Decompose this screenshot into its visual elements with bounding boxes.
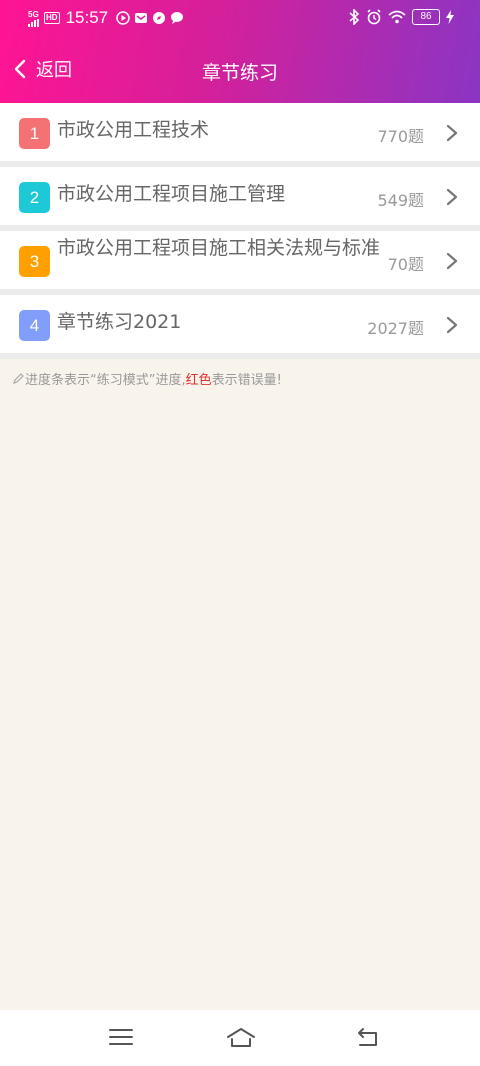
system-nav-bar [0, 1010, 480, 1066]
question-count: 549题 [377, 191, 424, 210]
back-nav-icon[interactable] [354, 1026, 380, 1048]
status-time: 15:57 [65, 8, 109, 27]
chapter-item[interactable]: 4 章节练习2021 2027题 [0, 295, 480, 359]
mail-icon [135, 13, 148, 23]
alarm-icon [367, 9, 381, 25]
chapter-name: 市政公用工程项目施工相关法规与标准 [57, 237, 381, 259]
chapter-index-badge: 2 [19, 182, 50, 213]
page-title: 章节练习 [201, 62, 278, 84]
chapter-name: 章节练习2021 [57, 311, 182, 333]
nav-bar: 返回 章节练习 [0, 48, 480, 92]
compass-icon [153, 12, 166, 24]
hd-badge: HD [44, 12, 60, 24]
chevron-right-icon [446, 124, 458, 142]
chapter-index-badge: 1 [19, 118, 50, 149]
charging-icon [446, 10, 454, 24]
chat-icon [171, 12, 184, 24]
app-header: 5G HD 15:57 86 返回 章节练习 [0, 0, 480, 103]
note-prefix: 进度条表示“练习模式”进度, [25, 373, 186, 388]
chapter-name: 市政公用工程项目施工管理 [57, 183, 286, 205]
pencil-icon [13, 373, 24, 384]
status-left: 5G HD 15:57 [28, 8, 184, 28]
question-count: 70题 [387, 255, 424, 274]
question-count: 2027题 [367, 319, 424, 338]
play-icon [116, 11, 130, 25]
network-type: 5G [28, 9, 39, 19]
chapter-list: 1 市政公用工程技术 770题 2 市政公用工程项目施工管理 549题 3 市政… [0, 103, 480, 359]
chapter-index-badge: 4 [19, 310, 50, 341]
question-count: 770题 [377, 127, 424, 146]
chevron-right-icon [446, 252, 458, 270]
chapter-item[interactable]: 2 市政公用工程项目施工管理 549题 [0, 167, 480, 231]
network-indicator: 5G [28, 10, 40, 27]
chevron-right-icon [446, 316, 458, 334]
chapter-item[interactable]: 3 市政公用工程项目施工相关法规与标准 70题 [0, 231, 480, 295]
chapter-item[interactable]: 1 市政公用工程技术 770题 [0, 103, 480, 167]
note-red-text: 红色 [185, 373, 212, 388]
progress-note: 进度条表示“练习模式”进度, 红色 表示错误量! [12, 369, 282, 388]
home-icon[interactable] [226, 1026, 256, 1048]
bluetooth-icon [349, 9, 360, 25]
note-suffix: 表示错误量! [211, 373, 282, 388]
chevron-right-icon [446, 188, 458, 206]
menu-icon[interactable] [108, 1026, 134, 1048]
battery-level: 86 [412, 9, 440, 25]
status-right: 86 [348, 9, 454, 25]
wifi-icon [388, 10, 406, 24]
chapter-name: 市政公用工程技术 [57, 119, 210, 141]
signal-icon [28, 18, 39, 27]
status-bar: 5G HD 15:57 86 [0, 0, 480, 38]
chapter-index-badge: 3 [19, 246, 50, 277]
